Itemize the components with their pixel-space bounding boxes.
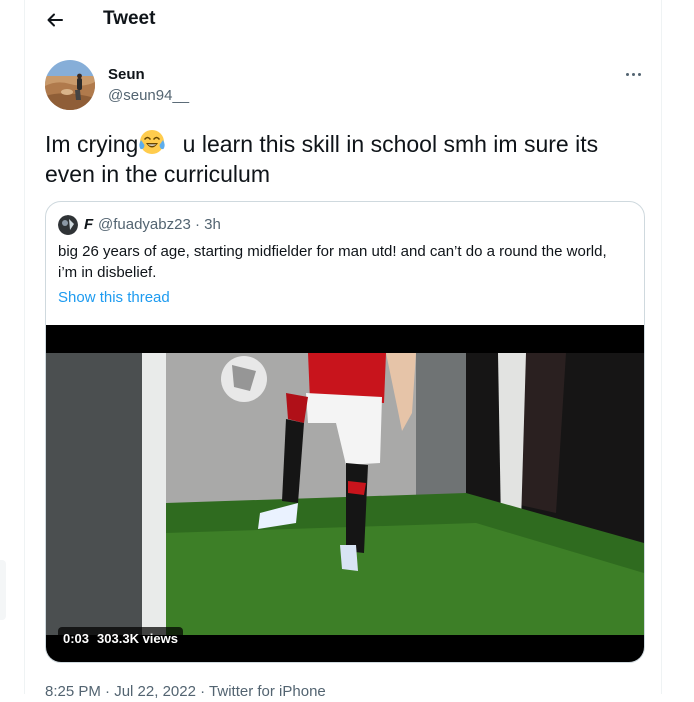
show-thread-link[interactable]: Show this thread (58, 289, 170, 306)
quoted-author-name: F (84, 216, 94, 233)
quoted-tweet[interactable]: F @fuadyabz23 · 3h big 26 years of age, … (45, 201, 645, 663)
tweet-text: Im crying u learn this skill in school s… (45, 128, 645, 189)
dot (637, 72, 641, 76)
video-views: 303.3K views (97, 631, 178, 646)
video-player[interactable]: 0:03 303.3K views (46, 325, 644, 662)
author-handle[interactable]: @seun94__ (108, 87, 189, 105)
separator-dot: · (200, 683, 210, 700)
quoted-time: 3h (204, 216, 221, 233)
separator-dot: · (190, 216, 205, 233)
avatar-photo (45, 60, 95, 110)
tweet-time[interactable]: 8:25 PM (45, 683, 101, 700)
tweet-detail-column: Tweet Seun @seun94__ Im crying u learn t… (24, 0, 662, 700)
more-options-button[interactable] (621, 64, 645, 84)
back-button[interactable] (39, 4, 71, 36)
quoted-avatar-image (58, 215, 78, 235)
video-info-badge: 0:03 303.3K views (58, 627, 183, 651)
quoted-avatar (58, 215, 78, 235)
arrow-left-icon (47, 13, 63, 27)
quoted-meta: @fuadyabz23 · 3h (98, 215, 221, 235)
left-edge-scroll-hint (0, 560, 6, 620)
tweet-date[interactable]: Jul 22, 2022 (114, 683, 196, 700)
video-time: 0:03 (63, 631, 90, 646)
header: Tweet (25, 0, 661, 40)
face-with-tears-of-joy-icon (139, 130, 165, 154)
separator-dot: · (105, 683, 115, 700)
video-frame (46, 353, 644, 635)
tweet-source[interactable]: Twitter for iPhone (209, 683, 326, 700)
quoted-tweet-text: big 26 years of age, starting midfielder… (58, 243, 607, 281)
tweet-meta: 8:25 PM · Jul 22, 2022 · Twitter for iPh… (45, 682, 326, 702)
avatar[interactable] (45, 60, 95, 110)
author-name[interactable]: Seun (108, 66, 145, 84)
dot (631, 72, 635, 76)
page-title: Tweet (103, 8, 156, 29)
dot (625, 72, 629, 76)
quoted-author-handle: @fuadyabz23 (98, 216, 191, 233)
tweet-text-before: Im crying (45, 131, 139, 157)
